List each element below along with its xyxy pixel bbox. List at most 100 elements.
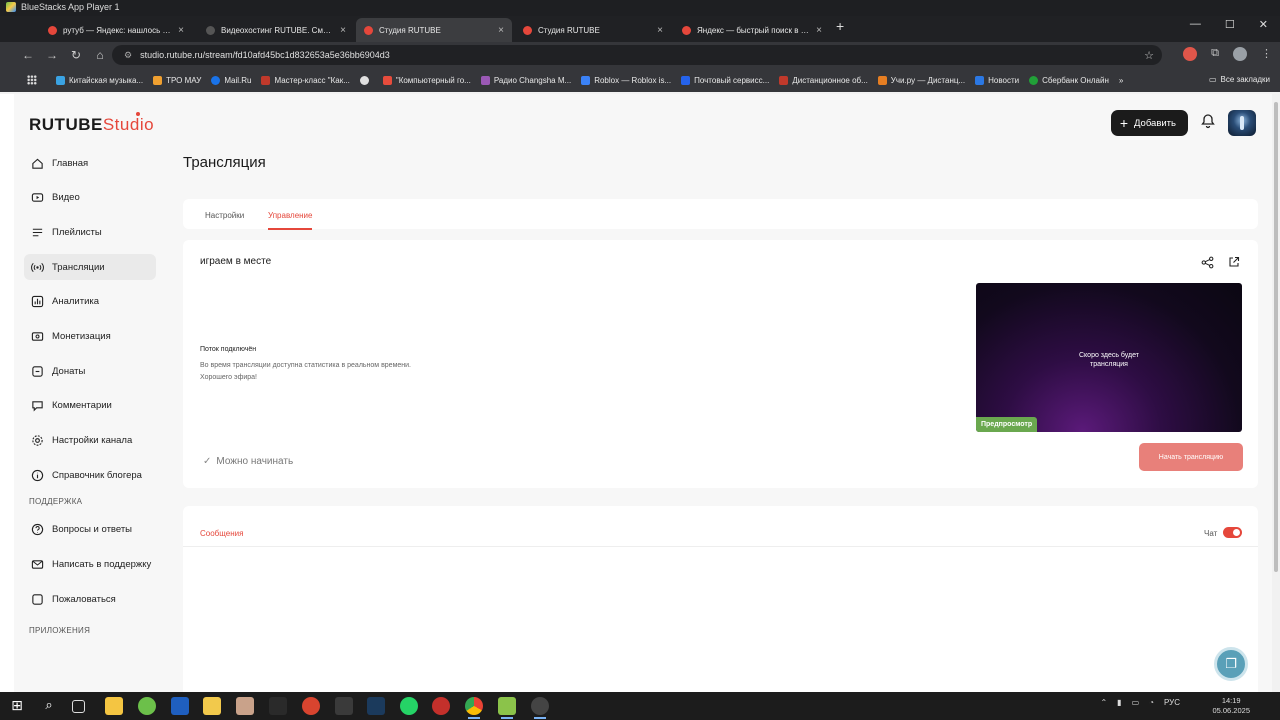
all-bookmarks-button[interactable]: ▭ Все закладки <box>1209 75 1270 84</box>
forward-icon[interactable]: → <box>40 48 64 62</box>
sidebar-item-blogger-guide[interactable]: Справочник блогера <box>24 462 156 488</box>
extensions-puzzle-icon[interactable]: ⧉ <box>1211 47 1219 61</box>
task-view-icon[interactable] <box>72 700 85 713</box>
app-red-icon[interactable] <box>302 697 320 715</box>
sidebar-item-faq[interactable]: Вопросы и ответы <box>24 517 156 543</box>
bookmark-item[interactable]: Мастер-класс "Как... <box>261 75 350 85</box>
chat-toggle[interactable] <box>1223 527 1242 538</box>
app-image-icon[interactable] <box>236 697 254 715</box>
browser-tab-5[interactable]: Яндекс — быстрый поиск в и... × <box>674 18 830 42</box>
bookmark-item[interactable]: ТРО МАУ <box>153 75 201 85</box>
sidebar-item-video[interactable]: Видео <box>24 185 156 211</box>
bookmark-item[interactable]: Радио Changsha M... <box>480 75 571 85</box>
app-blue-icon[interactable] <box>171 697 189 715</box>
start-broadcast-button[interactable]: Начать трансляцию <box>1139 443 1243 471</box>
logo-studio-text: Studio <box>102 115 155 134</box>
app-circle-icon[interactable] <box>531 697 549 719</box>
scrollbar-thumb[interactable] <box>1274 102 1278 572</box>
bookmark-item[interactable]: Дистанционное об... <box>779 75 868 85</box>
volume-icon[interactable]: ◔ <box>1149 698 1154 707</box>
bookmark-star-icon[interactable]: ☆ <box>1144 49 1154 62</box>
sidebar-item-label: Трансляции <box>52 261 105 273</box>
language-indicator[interactable]: РУС <box>1164 698 1180 707</box>
page-scrollbar[interactable] <box>1272 94 1280 692</box>
chrome-icon[interactable] <box>465 697 483 719</box>
app-chart-icon[interactable] <box>335 697 353 715</box>
network-icon[interactable]: ▭ <box>1132 698 1140 707</box>
reload-icon[interactable]: ↻ <box>64 48 88 62</box>
address-bar[interactable]: ⚙ studio.rutube.ru/stream/fd10afd45bc1d8… <box>112 45 1162 65</box>
browser-tab-3[interactable]: Студия RUTUBE × <box>356 18 512 42</box>
sidebar-item-monetization[interactable]: Монетизация <box>24 323 156 349</box>
sidebar-item-playlists[interactable]: Плейлисты <box>24 219 156 245</box>
sidebar-item-home[interactable]: Главная <box>24 150 156 176</box>
bookmark-label: Дистанционное об... <box>792 75 868 85</box>
minimize-icon[interactable]: — <box>1190 18 1201 31</box>
bookmark-item[interactable]: "Компьютерный го... <box>382 75 471 85</box>
sidebar-item-report[interactable]: Пожаловаться <box>24 586 156 612</box>
taskbar-clock[interactable]: 14:19 05.06.2025 <box>1212 696 1250 716</box>
bookmark-item[interactable]: Учи.ру — Дистанц... <box>877 75 965 85</box>
rutube-studio-logo[interactable]: RUTUBEStudio <box>29 112 155 135</box>
apps-grid-icon[interactable] <box>27 75 37 85</box>
sidebar-item-contact-support[interactable]: Написать в поддержку <box>24 552 156 578</box>
bluestacks-logo-icon <box>6 2 16 12</box>
bluestacks-app-icon[interactable] <box>498 697 516 719</box>
home-browser-icon[interactable]: ⌂ <box>88 48 112 62</box>
sidebar-item-donations[interactable]: Донаты <box>24 358 156 384</box>
windows-start-icon[interactable]: ⊞ <box>8 697 26 715</box>
tray-app-icon[interactable]: ▮ <box>1117 698 1121 707</box>
bookmark-item[interactable]: Новости <box>975 75 1019 85</box>
broadcast-icon <box>31 262 44 272</box>
back-icon[interactable]: ← <box>16 48 40 62</box>
close-icon[interactable]: × <box>340 25 346 36</box>
maximize-icon[interactable]: ☐ <box>1225 18 1235 31</box>
whatsapp-icon[interactable] <box>400 697 418 715</box>
tab-management[interactable]: Управление <box>268 211 313 230</box>
bookmark-item[interactable] <box>359 75 373 85</box>
tray-expand-icon[interactable]: ⌃ <box>1100 698 1107 707</box>
bookmark-label: "Компьютерный го... <box>395 75 471 85</box>
browser-tab-2[interactable]: Видеохостинг RUTUBE. Смотр... × <box>198 18 354 42</box>
sidebar-item-channel-settings[interactable]: Настройки канала <box>24 428 156 454</box>
menu-kebab-icon[interactable]: ⋮ <box>1261 47 1272 61</box>
browser-tab-4[interactable]: Студия RUTUBE × <box>515 18 671 42</box>
search-icon[interactable]: ⌕ <box>40 697 58 715</box>
sidebar-item-comments[interactable]: Комментарии <box>24 393 156 419</box>
bookmark-item[interactable]: Почтовый сервисс... <box>681 75 769 85</box>
extension-icon[interactable] <box>1183 47 1198 61</box>
close-icon[interactable]: × <box>657 25 663 36</box>
site-info-icon[interactable]: ⚙ <box>124 50 132 61</box>
bookmarks-more-icon[interactable]: » <box>1119 76 1123 85</box>
support-chat-button[interactable]: ❐ <box>1214 647 1248 681</box>
bookmark-item[interactable]: Mail.Ru <box>211 75 251 85</box>
external-link-icon[interactable] <box>1228 256 1240 268</box>
tab-messages[interactable]: Сообщения <box>200 529 243 538</box>
sidebar-item-broadcasts[interactable]: Трансляции <box>24 254 156 281</box>
flag-icon <box>32 594 43 605</box>
new-tab-button[interactable]: + <box>836 18 844 34</box>
bookmark-item[interactable]: Китайская музыка... <box>56 75 143 85</box>
youtube-icon[interactable] <box>432 697 450 715</box>
bookmark-item[interactable]: Roblox — Roblox is... <box>581 75 671 85</box>
add-button[interactable]: + Добавить <box>1110 110 1188 136</box>
close-icon[interactable]: × <box>178 25 184 36</box>
close-window-icon[interactable]: ✕ <box>1259 18 1268 31</box>
avatar[interactable] <box>1228 110 1256 136</box>
sidebar-item-analytics[interactable]: Аналитика <box>24 289 156 315</box>
bell-icon[interactable] <box>1200 113 1216 134</box>
tab-settings[interactable]: Настройки <box>205 211 244 220</box>
steam-icon[interactable] <box>367 697 385 715</box>
file-explorer-icon[interactable] <box>105 697 123 715</box>
share-icon[interactable] <box>1201 256 1214 269</box>
status-line: Хорошего эфира! <box>200 374 257 381</box>
close-icon[interactable]: × <box>498 25 504 36</box>
app-green-icon[interactable] <box>138 697 156 715</box>
close-icon[interactable]: × <box>816 25 822 36</box>
app-dark-icon[interactable] <box>269 697 287 715</box>
profile-icon[interactable] <box>1233 47 1247 61</box>
bluestacks-taskbar-icon[interactable] <box>203 697 221 715</box>
bookmark-item[interactable]: Сбербанк Онлайн <box>1029 75 1109 85</box>
browser-tab-1[interactable]: рутуб — Яндекс: нашлось 3 м... × <box>40 18 192 42</box>
stream-preview[interactable]: Скоро здесь будет трансляция Предпросмот… <box>976 283 1242 432</box>
